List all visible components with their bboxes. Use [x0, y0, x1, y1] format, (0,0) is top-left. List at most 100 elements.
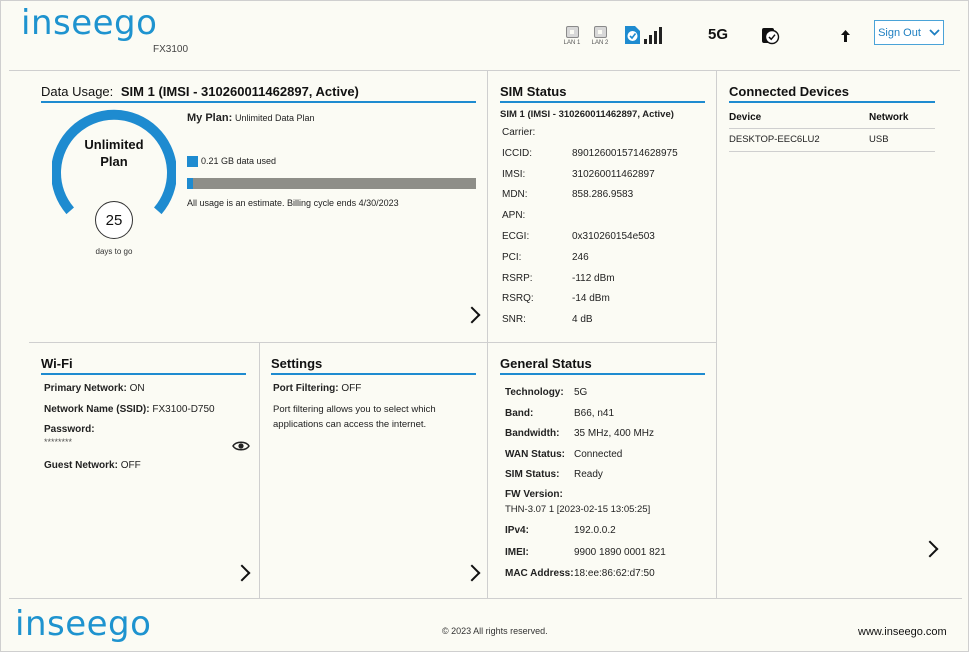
general-row-value: 192.0.0.2 [574, 525, 616, 536]
network-ssid: Network Name (SSID): FX3100-D750 [44, 404, 215, 415]
ethernet-port-icon [565, 26, 579, 38]
device-name: DESKTOP-EEC6LU2 [729, 134, 820, 145]
divider [29, 342, 717, 343]
fw-version-label: FW Version: [505, 489, 563, 500]
general-row-label: Bandwidth: [505, 428, 560, 440]
guest-network: Guest Network: OFF [44, 460, 141, 471]
network-column-header: Network [869, 112, 909, 123]
connected-devices-title: Connected Devices [729, 84, 935, 103]
divider [716, 71, 717, 599]
usage-bar-track [187, 178, 476, 189]
data-used-text: 0.21 GB data used [201, 156, 277, 166]
general-row-value: Connected [574, 448, 623, 460]
sim-row-value: -112 dBm [572, 272, 615, 284]
website-link[interactable]: www.inseego.com [858, 626, 947, 638]
days-remaining: 25 [95, 201, 133, 239]
usage-bar-fill [187, 178, 193, 189]
header-logo: inseego [21, 3, 158, 43]
sim-row-label: IMSI: [502, 168, 526, 180]
sim-row-value: 8901260015714628975 [572, 147, 678, 159]
port-filtering-label: Port Filtering: [273, 383, 339, 394]
divider [487, 71, 488, 599]
sim-row-value: 246 [572, 251, 589, 263]
plan-label: My Plan: [187, 112, 233, 124]
wifi-title: Wi-Fi [41, 356, 246, 375]
sim-row-label: PCI: [502, 251, 522, 263]
sim-row-label: Carrier: [502, 127, 536, 138]
lan1-label: LAN 1 [563, 40, 581, 46]
ssid-value: FX3100-D750 [152, 404, 215, 415]
sim-status-subtitle: SIM 1 (IMSI - 310260011462897, Active) [500, 109, 674, 120]
general-row-value: 9900 1890 0001 821 [574, 546, 666, 558]
general-row-label: Band: [505, 407, 534, 419]
primary-network-value: ON [129, 383, 145, 394]
network-type-indicator: 5G [708, 26, 729, 43]
signal-strength-icon [644, 25, 662, 44]
data-usage-title-prefix: Data Usage: [41, 84, 114, 99]
general-row-label: IMEI: [505, 546, 529, 558]
wifi-more-chevron-icon[interactable] [233, 564, 251, 582]
sim-row-value: 310260011462897 [572, 168, 655, 180]
connected-devices-more-chevron-icon[interactable] [921, 540, 939, 558]
sim-row-value: 858.286.9583 [572, 189, 634, 201]
usage-legend-swatch [187, 156, 198, 167]
general-row-value: 35 MHz, 400 MHz [574, 428, 655, 440]
general-row-value: Ready [574, 469, 603, 481]
sim-status-title: SIM Status [500, 84, 705, 103]
device-network: USB [869, 134, 889, 145]
header-divider [9, 70, 960, 71]
chevron-down-icon [929, 29, 940, 36]
fw-version-value: THN-3.07 1 [2023-02-15 13:05:25] [505, 504, 651, 515]
dashboard-frame: inseego FX3100 LAN 1 LAN 2 5G Sign Out D… [0, 0, 969, 652]
password-value: ******** [44, 437, 73, 447]
device-column-header: Device [729, 112, 762, 123]
guest-network-label: Guest Network: [44, 460, 118, 471]
general-status-title: General Status [500, 356, 705, 375]
general-row-label: Technology: [505, 387, 564, 398]
port-filtering-value: OFF [341, 383, 362, 394]
general-row-label: WAN Status: [505, 448, 565, 460]
sim-row-value: 4 dB [572, 314, 593, 326]
gauge-label-line2: Plan [100, 154, 128, 169]
primary-network: Primary Network: ON [44, 383, 145, 394]
sign-out-button[interactable]: Sign Out [874, 20, 944, 45]
gauge-label: Unlimited Plan [71, 136, 157, 170]
sim-row-label: MDN: [502, 189, 528, 201]
show-password-eye-icon[interactable] [232, 440, 250, 452]
days-label: days to go [95, 247, 133, 256]
sim-row-label: APN: [502, 210, 526, 222]
billing-note: All usage is an estimate. Billing cycle … [187, 198, 399, 208]
sim-row-label: ECGI: [502, 231, 530, 242]
data-usage-more-chevron-icon[interactable] [463, 306, 481, 324]
divider [259, 342, 260, 599]
plan-value: Unlimited Data Plan [235, 113, 315, 123]
password-label: Password: [44, 424, 95, 435]
sim-row-label: SNR: [502, 314, 526, 326]
general-row-label: MAC Address: [505, 568, 574, 579]
ssid-label: Network Name (SSID): [44, 404, 150, 415]
port-filtering-desc-1: Port filtering allows you to select whic… [273, 404, 436, 415]
model-label: FX3100 [153, 44, 189, 55]
sign-out-label: Sign Out [878, 26, 921, 39]
port-filtering-desc-2: applications can access the internet. [273, 419, 427, 430]
footer-logo: inseego [15, 604, 152, 644]
table-row-divider [729, 151, 935, 152]
settings-more-chevron-icon[interactable] [463, 564, 481, 582]
general-row-label: SIM Status: [505, 469, 560, 481]
general-row-value: B66, n41 [574, 407, 615, 419]
device-check-icon [762, 28, 780, 45]
ethernet-port-icon [593, 26, 607, 38]
footer-divider [9, 598, 962, 599]
sim-row-label: RSRQ: [502, 293, 534, 305]
settings-title: Settings [271, 356, 476, 375]
primary-network-label: Primary Network: [44, 383, 127, 394]
copyright: © 2023 All rights reserved. [442, 626, 548, 636]
table-divider [729, 128, 935, 129]
data-usage-title: Data Usage: SIM 1 (IMSI - 31026001146289… [41, 84, 476, 103]
sim-row-value: 0x310260154e503 [572, 231, 655, 242]
lan2-status: LAN 2 [590, 26, 610, 46]
data-usage-sim: SIM 1 (IMSI - 310260011462897, Active) [120, 84, 359, 99]
general-row-value: 5G [574, 387, 588, 398]
sim-row-label: ICCID: [502, 147, 532, 159]
lan1-status: LAN 1 [562, 26, 582, 46]
